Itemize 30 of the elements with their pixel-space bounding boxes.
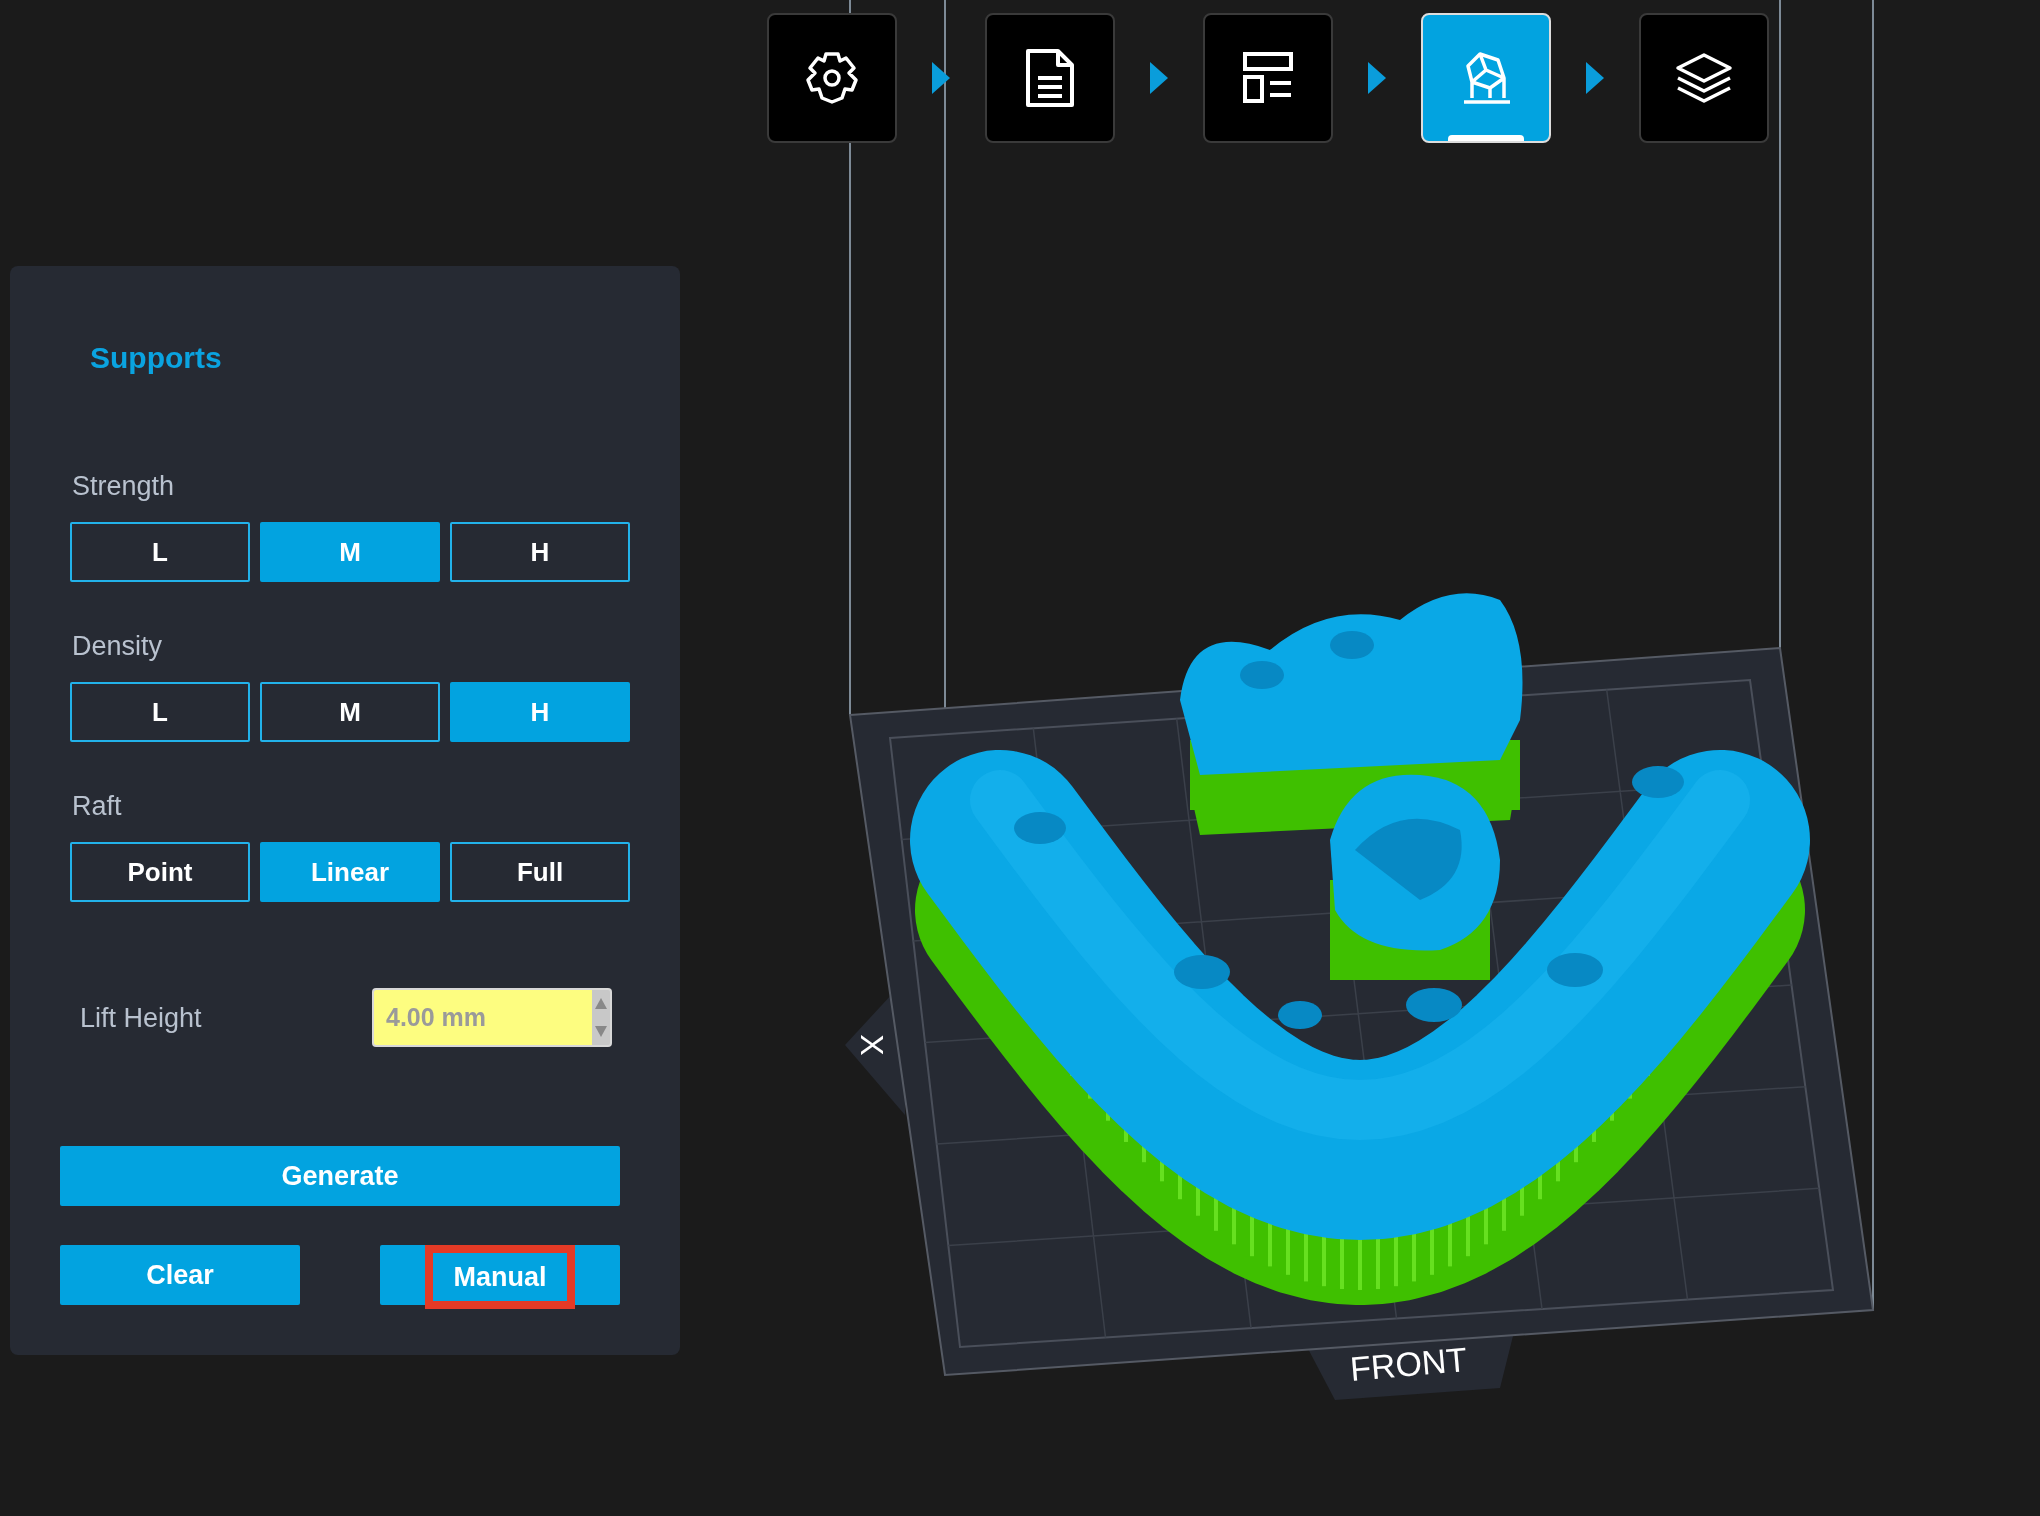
option-button[interactable]: H [450, 522, 630, 582]
gear-icon [803, 50, 861, 106]
step-arrow-icon [1586, 62, 1604, 94]
setting-label: Density [72, 630, 163, 663]
option-button[interactable]: H [450, 682, 630, 742]
option-button[interactable]: M [260, 522, 440, 582]
step-button[interactable] [767, 13, 897, 143]
step-arrow-icon [1368, 62, 1386, 94]
document-icon [1025, 48, 1075, 108]
field-label: Lift Height [80, 1001, 202, 1035]
action-button[interactable]: Clear [60, 1245, 300, 1305]
axis-label: X [853, 1034, 890, 1056]
option-button[interactable]: Full [450, 842, 630, 902]
option-button[interactable]: M [260, 682, 440, 742]
option-button[interactable]: L [70, 682, 250, 742]
step-arrow-icon [932, 62, 950, 94]
step-button[interactable] [1639, 13, 1769, 143]
step-button[interactable] [1203, 13, 1333, 143]
step-button[interactable] [985, 13, 1115, 143]
option-button[interactable]: L [70, 522, 250, 582]
setting-label: Strength [72, 470, 175, 503]
front-label: FRONT [1348, 1338, 1469, 1390]
option-button[interactable]: Point [70, 842, 250, 902]
layers-icon [1675, 52, 1733, 104]
action-button[interactable]: Generate [60, 1146, 620, 1206]
step-arrow-icon [1150, 62, 1168, 94]
panel-title: Supports [90, 340, 222, 376]
option-button[interactable]: Linear [260, 842, 440, 902]
setting-label: Raft [72, 790, 122, 823]
layout-icon [1243, 52, 1293, 104]
